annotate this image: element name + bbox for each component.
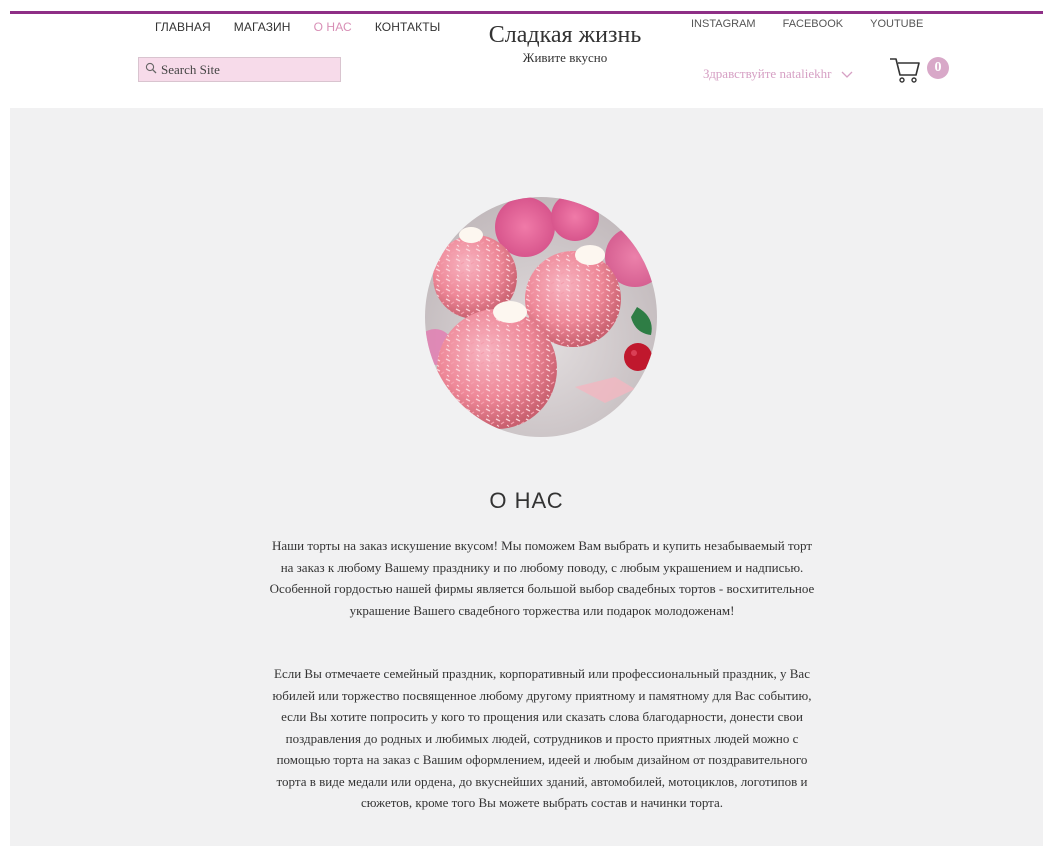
chevron-down-icon[interactable]: [840, 67, 854, 81]
social-instagram-link[interactable]: INSTAGRAM: [691, 18, 756, 30]
site-brand[interactable]: Сладкая жизнь Живите вкусно: [470, 20, 660, 66]
search-box[interactable]: [138, 57, 341, 82]
cart-count-badge: 0: [927, 57, 949, 79]
social-facebook-link[interactable]: FACEBOOK: [783, 18, 844, 30]
user-greeting[interactable]: Здравствуйте nataliekhr: [703, 66, 831, 82]
about-section: О НАС Наши торты на заказ искушение вкус…: [10, 108, 1043, 846]
search-icon: [145, 61, 157, 79]
social-youtube-link[interactable]: YOUTUBE: [870, 18, 923, 30]
cake-photo: [425, 197, 657, 437]
page-title: О НАС: [489, 488, 564, 513]
cart-button[interactable]: 0: [889, 55, 949, 85]
header-accent-line: [10, 11, 1043, 14]
about-paragraph-1: Наши торты на заказ искушение вкусом! Мы…: [269, 538, 815, 618]
nav-home[interactable]: ГЛАВНАЯ: [155, 20, 211, 34]
social-links: INSTAGRAM FACEBOOK YOUTUBE: [691, 18, 950, 30]
site-title[interactable]: Сладкая жизнь: [470, 20, 660, 50]
site-tagline: Живите вкусно: [522, 50, 608, 65]
user-menu[interactable]: Здравствуйте nataliekhr: [703, 66, 854, 82]
about-paragraph-2: Если Вы отмечаете семейный праздник, кор…: [272, 666, 812, 810]
nav-shop[interactable]: МАГАЗИН: [234, 20, 291, 34]
nav-about[interactable]: О НАС: [314, 20, 352, 34]
main-nav: ГЛАВНАЯ МАГАЗИН О НАС КОНТАКТЫ: [155, 20, 463, 34]
nav-contacts[interactable]: КОНТАКТЫ: [375, 20, 441, 34]
search-input[interactable]: [157, 61, 331, 78]
